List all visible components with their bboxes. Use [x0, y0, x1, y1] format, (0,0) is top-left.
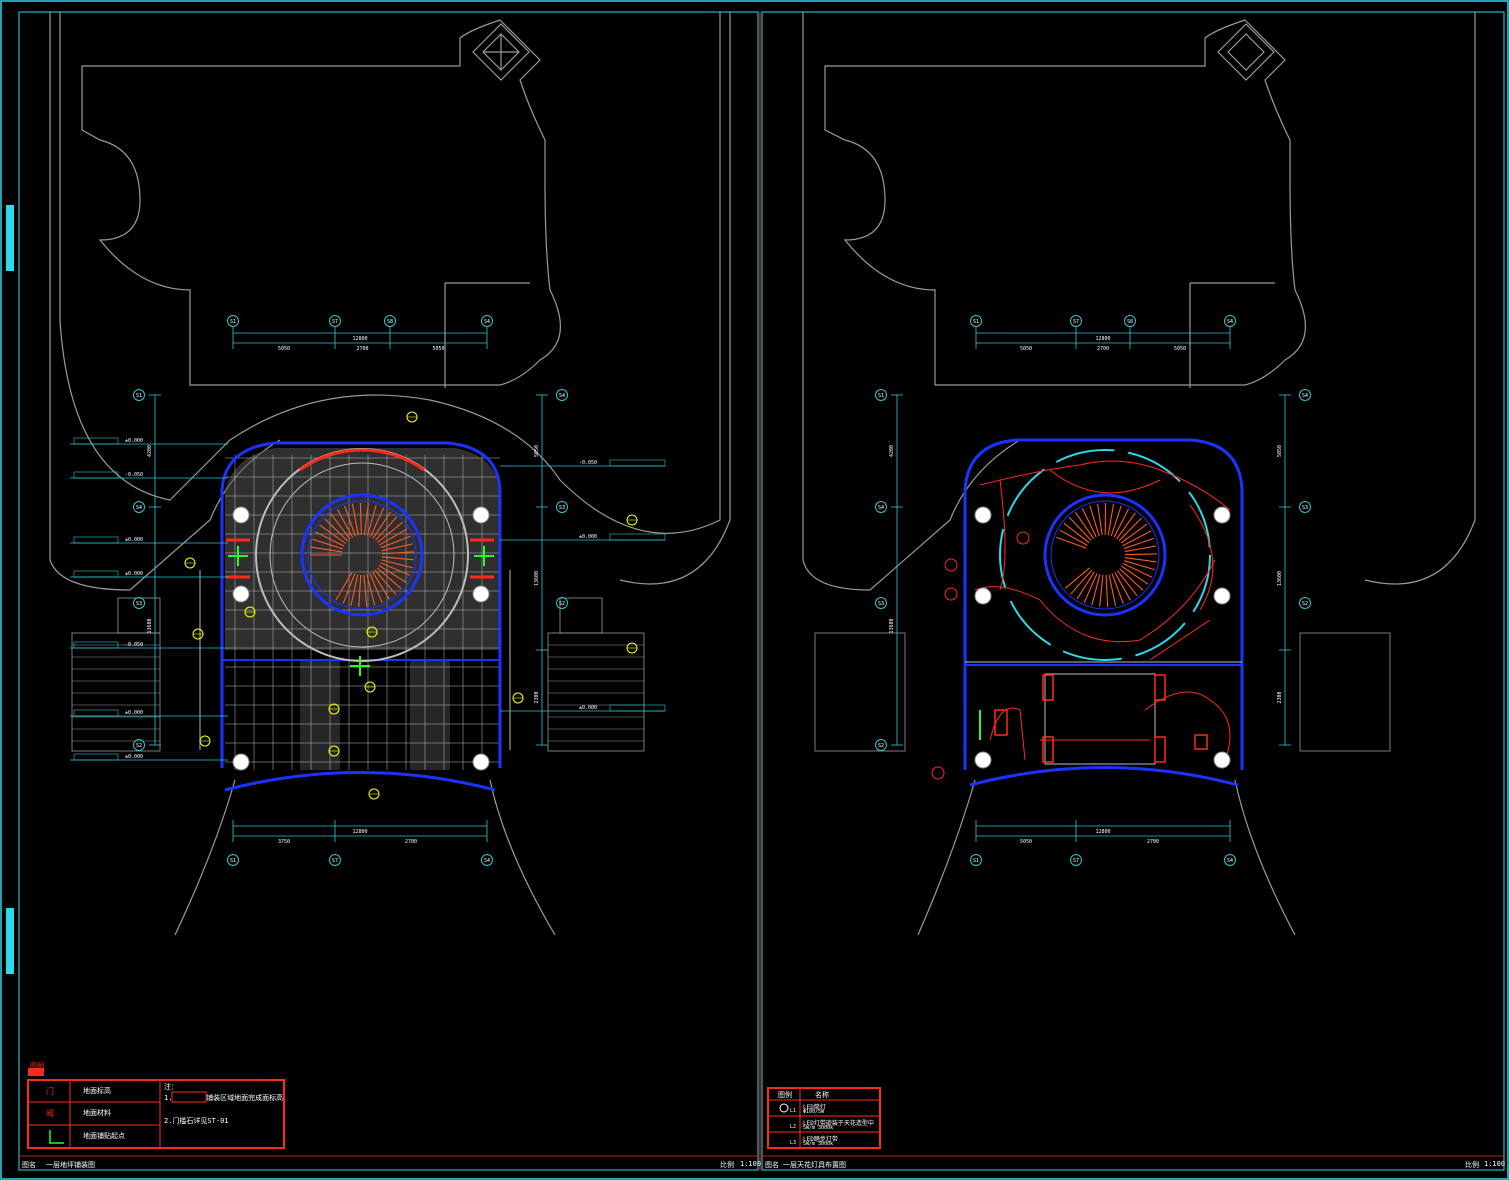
- axis-label: S7: [332, 858, 338, 864]
- elevation-value: ±0.000: [125, 710, 143, 716]
- dim-value: 3750: [278, 839, 290, 845]
- axis-label: S4: [484, 319, 490, 325]
- tag-box: [73, 471, 119, 479]
- dim-value: 2700: [356, 346, 368, 352]
- cad-drawing-canvas: 5050 2700 5050 12800 S1 S7 S8 S4 3750 2700 12800 S1…: [0, 0, 1509, 1180]
- dim-value: 5050: [278, 346, 290, 352]
- ceiling-lighting-plan: [802, 12, 1476, 936]
- tag-box: [609, 533, 666, 541]
- dim-value: 5050: [432, 346, 444, 352]
- axis-label: S1: [973, 858, 979, 864]
- tag-box: [609, 704, 666, 712]
- axis-label: S7: [1073, 858, 1079, 864]
- tag-box: [73, 570, 119, 578]
- landscape-outline-right: [802, 12, 1476, 936]
- axis-label: S1: [230, 319, 236, 325]
- dim-value: 13600: [889, 618, 895, 633]
- axis-label: S3: [136, 601, 142, 607]
- light-tag: [931, 766, 945, 780]
- dim-total: 12800: [1095, 336, 1110, 342]
- elevation-value: ±0.000: [125, 537, 143, 543]
- tag-box: [73, 437, 119, 445]
- tag-box: [609, 459, 666, 467]
- spiral-staircase-right: [1055, 502, 1158, 607]
- axis-label: S1: [136, 393, 142, 399]
- elevation-value: -0.050: [125, 472, 143, 478]
- axis-label: S7: [332, 319, 338, 325]
- axis-label: S3: [878, 601, 884, 607]
- room-fixtures: [994, 674, 1208, 763]
- dim-value: 13600: [534, 571, 540, 586]
- dim-total: 12800: [352, 336, 367, 342]
- dim-value: 2700: [1097, 346, 1109, 352]
- axis-label: S4: [878, 505, 884, 511]
- dim-value: 2700: [405, 839, 417, 845]
- axis-label: S7: [1073, 319, 1079, 325]
- dim-value: 13600: [1277, 571, 1283, 586]
- elevation-value: ±0.000: [579, 534, 597, 540]
- axis-label: S2: [878, 743, 884, 749]
- dim-value: 13600: [147, 618, 153, 633]
- axis-label: S2: [136, 743, 142, 749]
- dim-value: 5050: [1020, 839, 1032, 845]
- axis-label: S1: [878, 393, 884, 399]
- dim-value: 4200: [147, 445, 153, 457]
- dim-value: 5050: [1277, 445, 1283, 457]
- axis-label: S4: [1302, 393, 1308, 399]
- dim-value: 2300: [534, 691, 540, 703]
- axis-label: S1: [230, 858, 236, 864]
- dim-value: 5050: [1174, 346, 1186, 352]
- dim-total: 12800: [352, 829, 367, 835]
- axis-label: S8: [387, 319, 393, 325]
- tag-box: [73, 709, 119, 717]
- dim-value: 4200: [889, 445, 895, 457]
- axis-label: S1: [973, 319, 979, 325]
- elevation-value: -0.050: [125, 642, 143, 648]
- axis-label: S4: [1227, 858, 1233, 864]
- axis-label: S3: [559, 505, 565, 511]
- elevation-value: ±0.000: [125, 571, 143, 577]
- left-legend: [27, 1068, 285, 1149]
- axis-label: S3: [1302, 505, 1308, 511]
- stair-blocks-right: [814, 632, 1391, 752]
- tag-box: [73, 536, 119, 544]
- elevation-value: ±0.000: [579, 705, 597, 711]
- tag-box: [73, 753, 119, 761]
- axis-label: S2: [559, 601, 565, 607]
- axis-label: S4: [136, 505, 142, 511]
- right-legend: [767, 1087, 881, 1149]
- axis-label: S2: [1302, 601, 1308, 607]
- ceiling-rings: [999, 449, 1211, 661]
- dim-value: 2300: [1277, 691, 1283, 703]
- elevation-value: -0.050: [579, 460, 597, 466]
- axis-label: S8: [1127, 319, 1133, 325]
- fixtures-right: [974, 506, 1231, 769]
- light-tag: [944, 558, 958, 572]
- dim-total: 12800: [1095, 829, 1110, 835]
- light-tag: [944, 587, 958, 601]
- dimensions-right: 5050 2700 5050 12800 S1 S7 S8 S4 5050 2700 12800 S1…: [875, 315, 1311, 866]
- axis-label: S4: [1227, 319, 1233, 325]
- dim-value: 2700: [1147, 839, 1159, 845]
- elevation-value: ±0.000: [125, 754, 143, 760]
- elevation-value: ±0.000: [125, 438, 143, 444]
- elevation-tags-right: -0.050 ±0.000 ±0.000: [500, 459, 1030, 780]
- floor-paving-plan: [49, 12, 731, 936]
- dim-value: 5050: [1020, 346, 1032, 352]
- axis-label: S4: [484, 858, 490, 864]
- light-tag: [1016, 531, 1030, 545]
- dim-value: 5050: [534, 445, 540, 457]
- axis-label: S4: [559, 393, 565, 399]
